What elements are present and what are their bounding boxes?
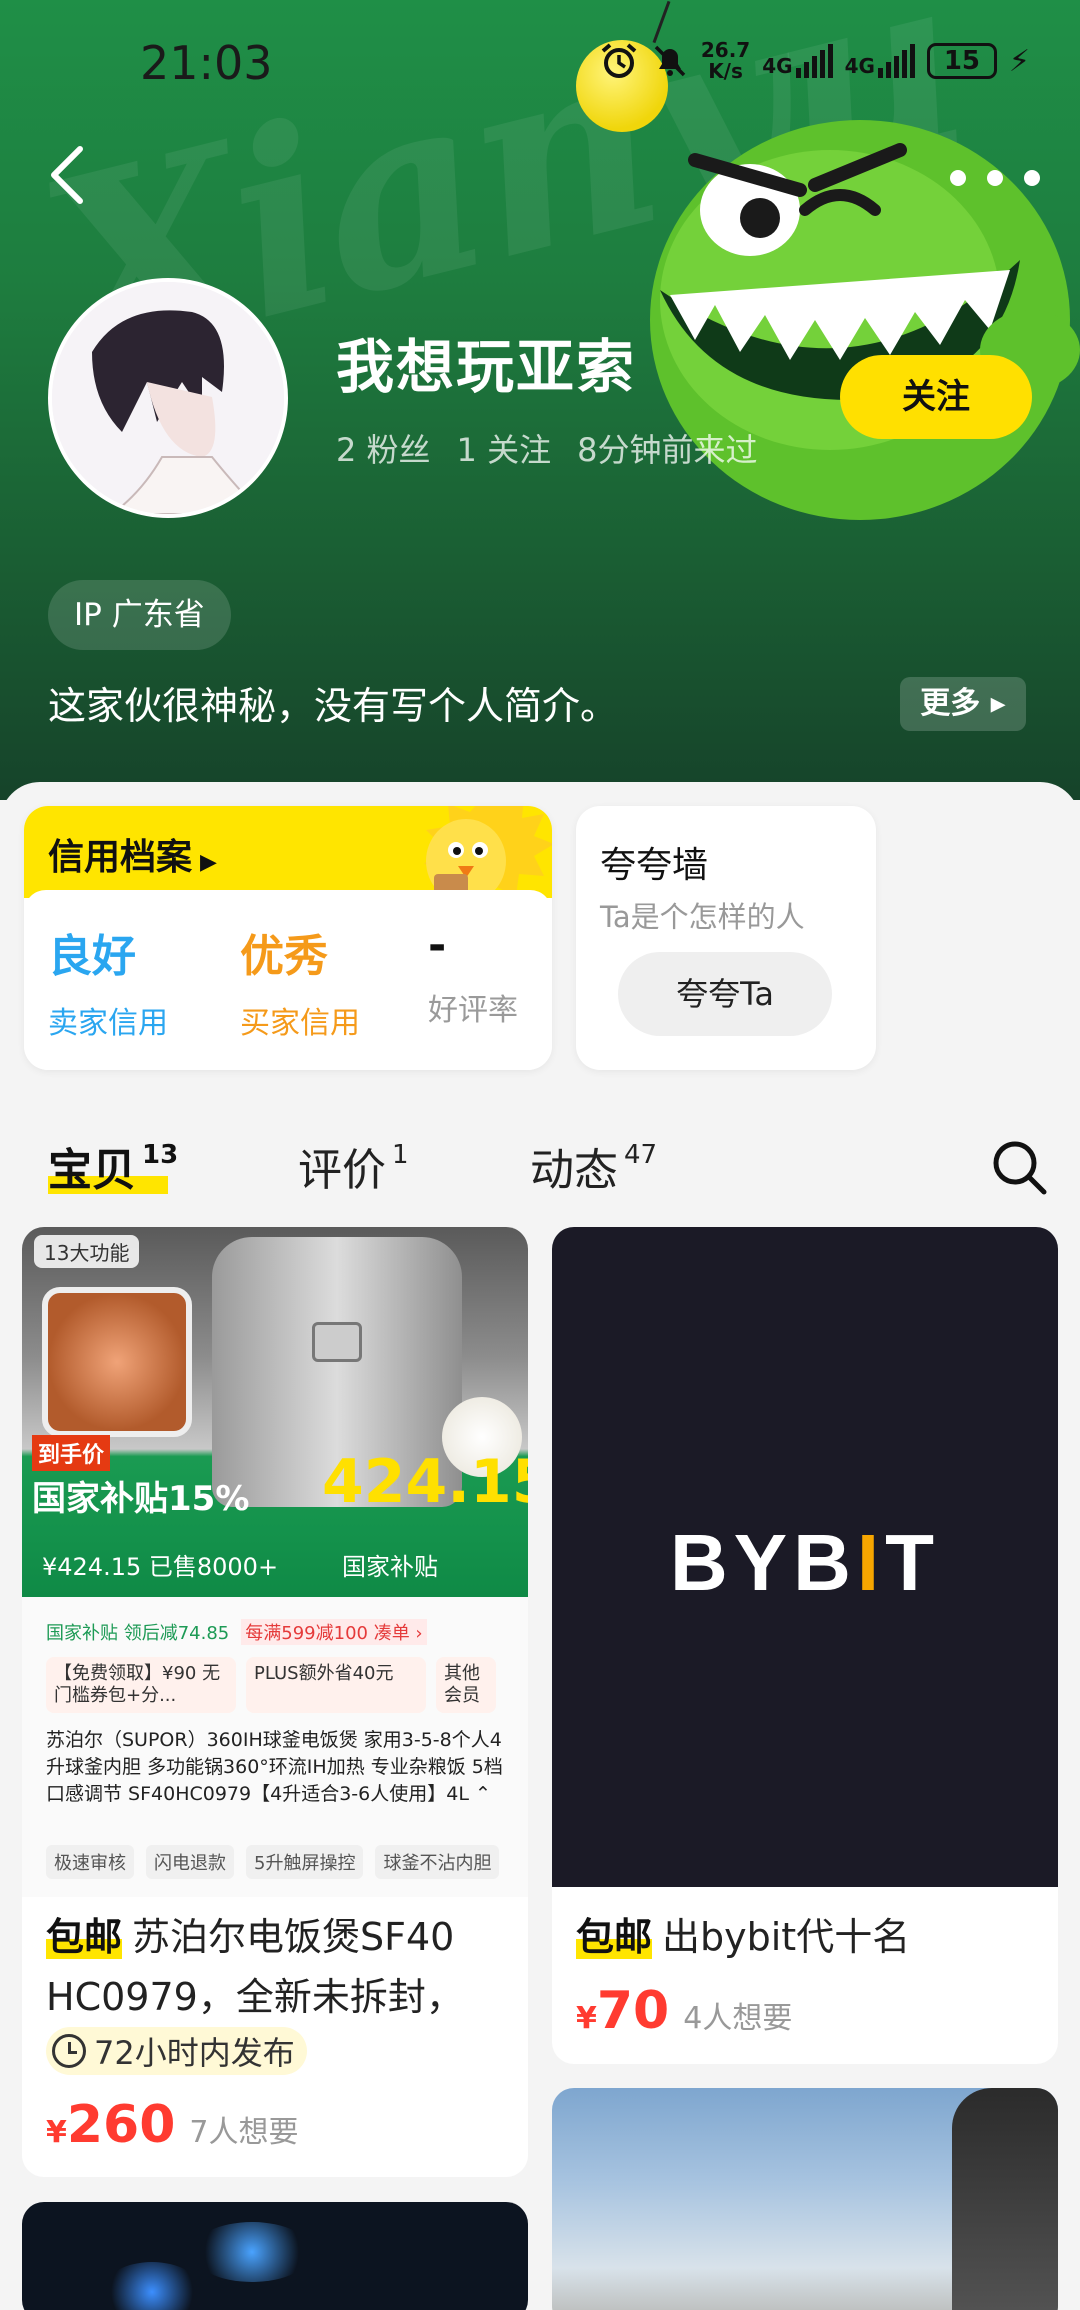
status-bar: 21:03 26.7 K/s 4G 4G 15 ⚡: [0, 0, 1080, 130]
product-card[interactable]: [22, 2202, 528, 2310]
tab-posts-count: 47: [624, 1140, 658, 1170]
free-shipping-badge: 包邮: [576, 1915, 653, 1959]
product-card[interactable]: BYBIT 包邮 出bybit代十名 ¥70 4人想要: [552, 1227, 1058, 2064]
caret-right-icon: ▶: [200, 850, 217, 875]
bolt-icon: ⚡: [1008, 43, 1030, 79]
praise-wall-title: 夸夸墙: [600, 845, 709, 886]
signal-label-1: 4G: [762, 54, 793, 78]
buyer-credit-label: 买家信用: [240, 1006, 360, 1041]
tab-items-count: 13: [142, 1140, 179, 1170]
feature-chip: 13大功能: [34, 1235, 140, 1268]
seller-credit-value: 良好: [48, 931, 136, 982]
seller-credit: 良好 卖家信用: [48, 920, 168, 1042]
net-speed-unit: K/s: [708, 59, 743, 83]
praise-button[interactable]: 夸夸Ta: [618, 952, 832, 1036]
product-title: 包邮 出bybit代十名: [576, 1915, 911, 1959]
alarm-icon: [601, 43, 637, 78]
buyer-credit: 优秀 买家信用: [240, 920, 360, 1042]
tab-posts[interactable]: 动态 47: [530, 1134, 657, 1198]
more-icon[interactable]: [950, 148, 1040, 208]
search-icon[interactable]: [990, 1138, 1048, 1196]
product-price: ¥70 4人想要: [576, 1981, 793, 2041]
praise-wall-subtitle: Ta是个怎样的人: [600, 900, 805, 934]
credit-profile-card[interactable]: 信用档案 ▶ 良好 卖家信用 优秀 买家信用 - 好评率: [24, 806, 552, 1070]
tab-reviews-count: 1: [392, 1140, 409, 1170]
want-count: 7人想要: [189, 2115, 299, 2150]
profile-name: 我想玩亚索: [336, 333, 637, 401]
praise-wall-card: 夸夸墙 Ta是个怎样的人 夸夸Ta: [576, 806, 876, 1070]
publish-time-tag: 72小时内发布: [46, 2027, 307, 2075]
praise-rate-value: -: [428, 920, 447, 971]
product-image-details: 国家补贴 领后减74.85 每满599减100 凑单 › 【免费领取】¥90 无门…: [22, 1597, 528, 1897]
bybit-logo: BYBIT: [669, 1518, 940, 1607]
follow-button[interactable]: 关注: [840, 355, 1032, 439]
product-price: ¥260 7人想要: [46, 2095, 299, 2155]
ip-location-badge: IP 广东省: [48, 580, 231, 650]
signal-icon: [795, 44, 833, 78]
seller-credit-label: 卖家信用: [48, 1006, 168, 1041]
tab-items[interactable]: 宝贝 13: [48, 1134, 178, 1198]
profile-page: Xianyu 21:03 26.7 K/s 4G 4G 15 ⚡ 我想玩亚索 2…: [0, 0, 1080, 2310]
net-speed: 26.7: [700, 38, 751, 62]
praise-rate: - 好评率: [428, 920, 518, 1029]
last-seen: 8分钟前来过: [577, 431, 758, 469]
back-button[interactable]: [48, 140, 108, 220]
praise-rate-label: 好评率: [428, 993, 518, 1028]
mute-icon: [654, 45, 686, 77]
signal-icon-2: [877, 44, 915, 78]
product-image: 13大功能 到手价 国家补贴15% 424.15 ¥424.15 已售8000+…: [22, 1227, 528, 1597]
battery-icon: 15: [926, 43, 997, 79]
credit-title: 信用档案: [48, 837, 193, 878]
tab-reviews[interactable]: 评价 1: [298, 1134, 409, 1198]
status-time: 21:03: [140, 36, 273, 90]
want-count: 4人想要: [683, 2001, 793, 2036]
tab-bar: 宝贝 13 评价 1 动态 47: [0, 1120, 1080, 1210]
bio-more-button[interactable]: 更多 ▸: [900, 677, 1026, 731]
profile-stats: 2 粉丝 1 关注 8分钟前来过: [336, 425, 757, 471]
signal-label-2: 4G: [844, 54, 875, 78]
product-card[interactable]: [552, 2088, 1058, 2310]
caret-right-icon: ▸: [980, 686, 1006, 721]
product-image: BYBIT: [552, 1227, 1058, 1887]
fans-count[interactable]: 2 粉丝: [336, 425, 431, 471]
back-icon: [51, 146, 83, 204]
free-shipping-badge: 包邮: [46, 1915, 123, 1959]
product-image: [552, 2088, 1058, 2310]
clock-icon: [52, 2034, 86, 2068]
product-title: 包邮 苏泊尔电饭煲SF40 HC0979，全新未拆封，: [46, 1915, 464, 2019]
avatar[interactable]: [48, 278, 288, 518]
profile-bio: 这家伙很神秘，没有写个人简介。: [48, 684, 619, 728]
product-card[interactable]: 13大功能 到手价 国家补贴15% 424.15 ¥424.15 已售8000+…: [22, 1227, 528, 2177]
profile-header: Xianyu 21:03 26.7 K/s 4G 4G 15 ⚡ 我想玩亚索 2…: [0, 0, 1080, 800]
following-count[interactable]: 1 关注: [457, 425, 552, 471]
buyer-credit-value: 优秀: [240, 931, 328, 982]
